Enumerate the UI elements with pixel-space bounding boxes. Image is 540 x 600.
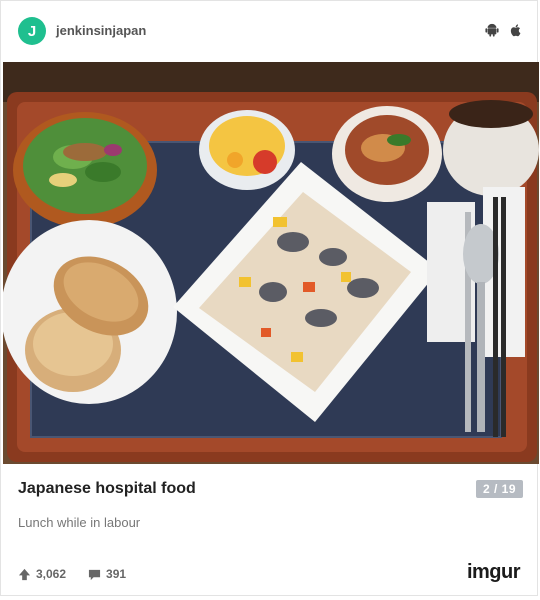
imgur-logo[interactable]: imgur bbox=[466, 561, 521, 584]
upvote-count: 3,062 bbox=[36, 567, 67, 581]
platform-icons bbox=[485, 23, 523, 37]
android-icon[interactable] bbox=[485, 23, 499, 37]
comment-stat[interactable]: 391 bbox=[88, 567, 126, 581]
post-image[interactable] bbox=[3, 62, 539, 464]
upvote-stat[interactable]: 3,062 bbox=[18, 567, 66, 581]
avatar[interactable]: J bbox=[18, 17, 46, 45]
image-counter-badge: 2 / 19 bbox=[475, 480, 523, 498]
imgur-logo-text: imgur bbox=[466, 561, 521, 583]
post-stats: 3,062 391 bbox=[18, 567, 126, 581]
comment-bubble-icon bbox=[88, 569, 101, 580]
username-link[interactable]: jenkinsinjapan bbox=[56, 23, 146, 38]
upvote-arrow-icon bbox=[18, 568, 31, 580]
post-card: J jenkinsinjapan Japanese hospital food … bbox=[0, 0, 539, 596]
apple-icon[interactable] bbox=[509, 23, 523, 37]
post-title: Japanese hospital food bbox=[18, 480, 196, 497]
post-header: J jenkinsinjapan bbox=[1, 1, 537, 61]
post-description: Lunch while in labour bbox=[18, 515, 141, 530]
comment-count: 391 bbox=[106, 567, 127, 581]
